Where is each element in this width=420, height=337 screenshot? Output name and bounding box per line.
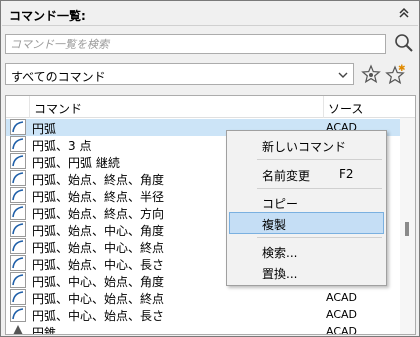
menu-item-copy[interactable]: コピー — [229, 191, 384, 213]
double-chevron-up-icon[interactable] — [396, 5, 412, 21]
search-input[interactable] — [6, 35, 385, 53]
vertical-scrollbar[interactable] — [400, 118, 415, 334]
arc-icon — [10, 170, 26, 186]
menu-item-duplicate[interactable]: 複製 — [229, 212, 384, 234]
command-name: 円弧、始点、中心、長さ — [32, 258, 165, 272]
command-name: 円弧 — [32, 122, 57, 136]
arc-icon — [10, 204, 26, 220]
menu-separator — [257, 237, 382, 238]
list-header: コマンド ソース — [6, 96, 415, 118]
menu-item-shortcut: F2 — [339, 167, 354, 181]
command-name: 円弧、中心、始点、角度 — [32, 275, 165, 289]
command-name: 円弧、始点、終点、角度 — [32, 173, 165, 187]
arc-icon — [10, 272, 26, 288]
arc-icon — [10, 238, 26, 254]
scrollbar-thumb[interactable] — [405, 222, 409, 236]
menu-separator — [257, 159, 382, 160]
search-icon[interactable] — [393, 32, 415, 54]
arc-icon — [10, 306, 26, 322]
arc-icon — [10, 153, 26, 169]
chevron-down-icon[interactable] — [337, 69, 349, 81]
list-item[interactable]: 円錐 ACAD — [6, 323, 401, 335]
column-header-command[interactable]: コマンド — [29, 96, 324, 118]
command-list-palette: コマンド一覧: すべてのコマンド ✱ コマンド ソース 円弧 ACAD 円弧、3 点… — [0, 0, 420, 337]
menu-item-label: コピー — [262, 197, 299, 211]
command-name: 円弧、円弧 継続 — [32, 156, 120, 170]
command-source: ACAD — [326, 325, 358, 335]
command-name: 円弧、始点、中心、終点 — [32, 241, 165, 255]
cone-icon — [13, 325, 23, 334]
arc-icon — [10, 221, 26, 237]
command-name: 円錐 — [32, 326, 57, 335]
command-name: 円弧、3 点 — [32, 139, 92, 153]
favorite-star-icon[interactable] — [360, 63, 382, 85]
arc-icon — [10, 289, 26, 305]
menu-item-rename[interactable]: 名前変更 F2 — [229, 163, 384, 185]
menu-item-label: 置換... — [262, 267, 298, 281]
command-name: 円弧、始点、終点、半径 — [32, 190, 165, 204]
command-name: 円弧、中心、始点、長さ — [32, 309, 165, 323]
context-menu: 新しいコマンド 名前変更 F2 コピー 複製 検索... 置換... — [226, 130, 387, 286]
arc-icon — [10, 136, 26, 152]
menu-item-label: 名前変更 — [262, 169, 311, 183]
command-name: 円弧、始点、中心、角度 — [32, 224, 165, 238]
command-source: ACAD — [326, 291, 358, 304]
palette-title-bar: コマンド一覧: — [2, 2, 418, 26]
search-box[interactable] — [5, 34, 386, 54]
command-name: 円弧、中心、始点、終点 — [32, 292, 165, 306]
list-item[interactable]: 円弧、中心、始点、長さ ACAD — [6, 306, 401, 323]
arc-icon — [10, 119, 26, 135]
menu-item-new-command[interactable]: 新しいコマンド — [229, 134, 384, 156]
list-item[interactable]: 円弧、中心、始点、終点 ACAD — [6, 289, 401, 306]
menu-item-find[interactable]: 検索... — [229, 240, 384, 262]
command-source: ACAD — [326, 308, 358, 321]
arc-icon — [10, 187, 26, 203]
column-header-source[interactable]: ソース — [324, 96, 394, 118]
command-filter-dropdown[interactable]: すべてのコマンド — [5, 63, 354, 85]
menu-separator — [257, 188, 382, 189]
svg-text:✱: ✱ — [398, 64, 406, 74]
filter-selected-value: すべてのコマンド — [11, 70, 106, 84]
command-name: 円弧、始点、終点、方向 — [32, 207, 165, 221]
new-star-icon[interactable]: ✱ — [384, 63, 406, 85]
menu-item-label: 新しいコマンド — [262, 140, 347, 154]
menu-item-label: 複製 — [262, 218, 287, 232]
menu-item-label: 検索... — [262, 246, 298, 260]
arc-icon — [10, 255, 26, 271]
menu-item-replace[interactable]: 置換... — [229, 261, 384, 283]
palette-title: コマンド一覧: — [9, 9, 86, 23]
